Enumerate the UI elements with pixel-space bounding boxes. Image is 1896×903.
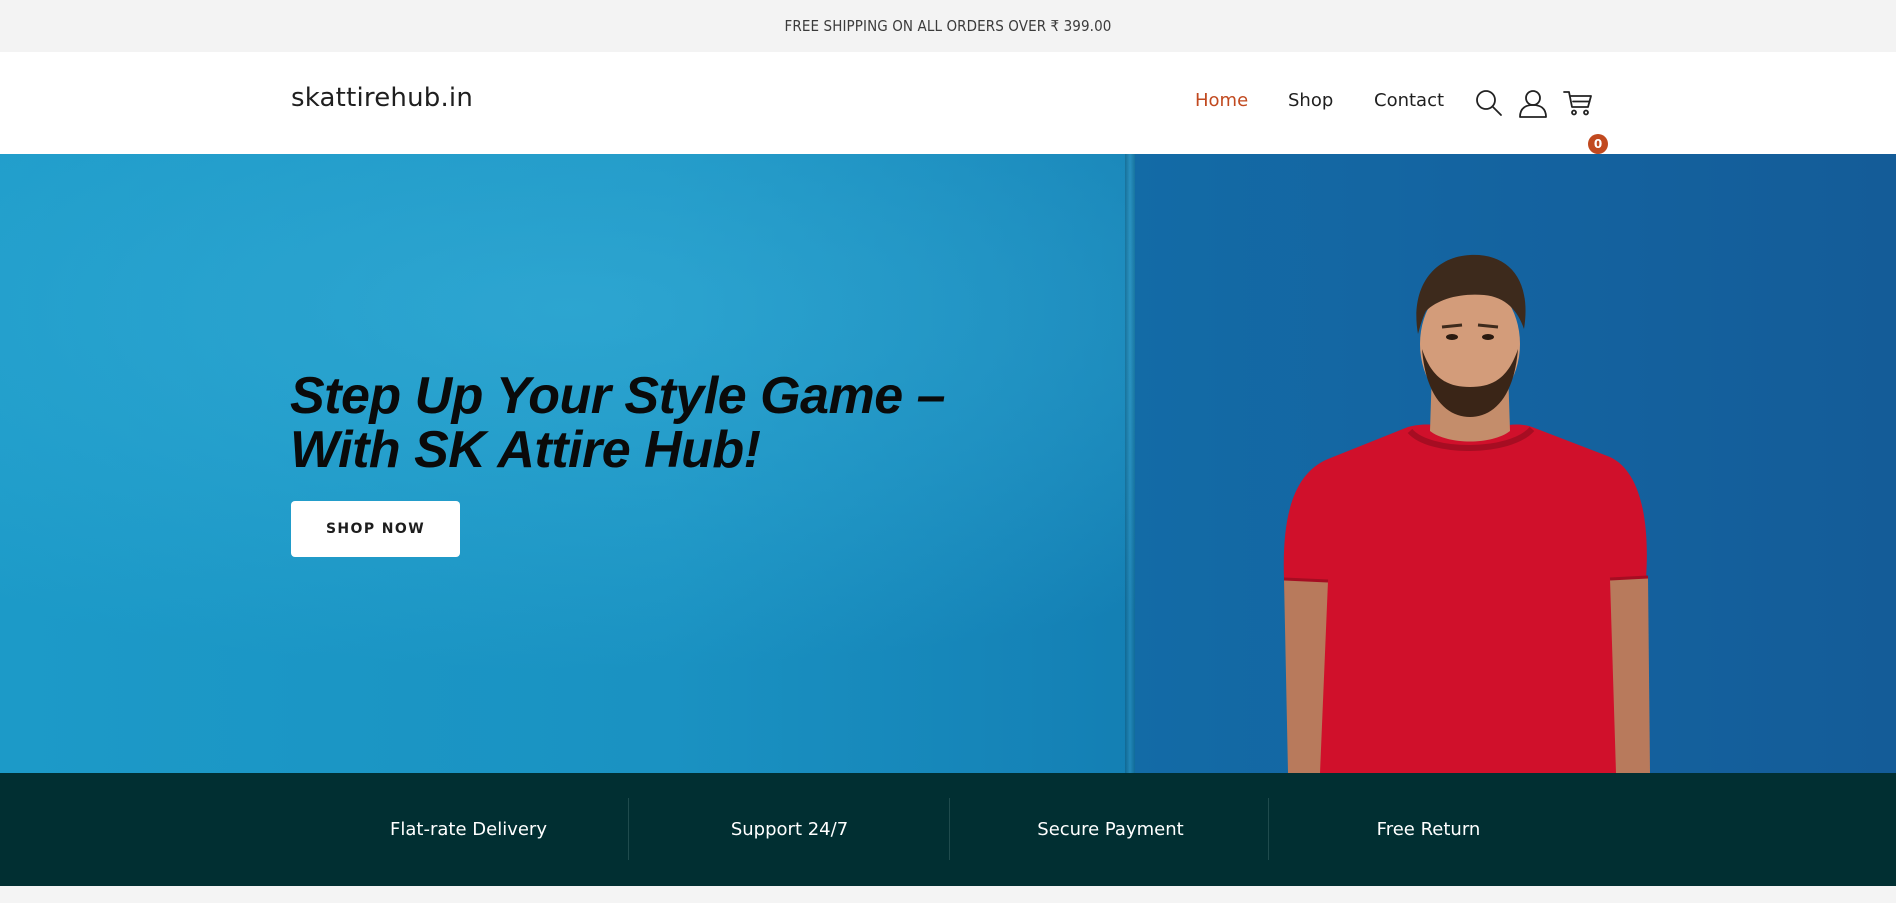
hero-model-image [1283, 254, 1650, 773]
site-header: skattirehub.in Home Shop Contact 0 [0, 52, 1896, 154]
shop-now-button[interactable]: SHOP NOW [291, 501, 460, 557]
user-icon[interactable] [1517, 87, 1549, 119]
nav-contact[interactable]: Contact [1374, 90, 1444, 118]
site-logo[interactable]: skattirehub.in [291, 83, 473, 113]
announcement-bar: FREE SHIPPING ON ALL ORDERS OVER ₹ 399.0… [0, 0, 1896, 52]
page-bottom-strip [0, 886, 1896, 903]
hero-wall-edge [1125, 154, 1135, 773]
feature-secure-payment: Secure Payment [1037, 819, 1184, 840]
cart-count-badge: 0 [1588, 134, 1608, 154]
announcement-text: FREE SHIPPING ON ALL ORDERS OVER ₹ 399.0… [784, 17, 1112, 35]
hero-title-line-2: With SK Attire Hub! [290, 421, 761, 479]
feature-flat-rate-delivery: Flat-rate Delivery [390, 819, 547, 840]
hero-title-line-1: Step Up Your Style Game – [290, 367, 946, 425]
nav-home[interactable]: Home [1195, 90, 1248, 118]
hero-title: Step Up Your Style Game – With SK Attire… [290, 369, 990, 477]
feature-free-return: Free Return [1376, 819, 1481, 840]
hero-banner: Step Up Your Style Game – With SK Attire… [0, 154, 1896, 773]
search-icon[interactable] [1473, 87, 1505, 119]
feature-support: Support 24/7 [730, 819, 849, 840]
features-bar: Flat-rate Delivery Support 24/7 Secure P… [0, 773, 1896, 886]
cart-icon[interactable] [1562, 86, 1594, 118]
nav-shop[interactable]: Shop [1288, 90, 1333, 118]
